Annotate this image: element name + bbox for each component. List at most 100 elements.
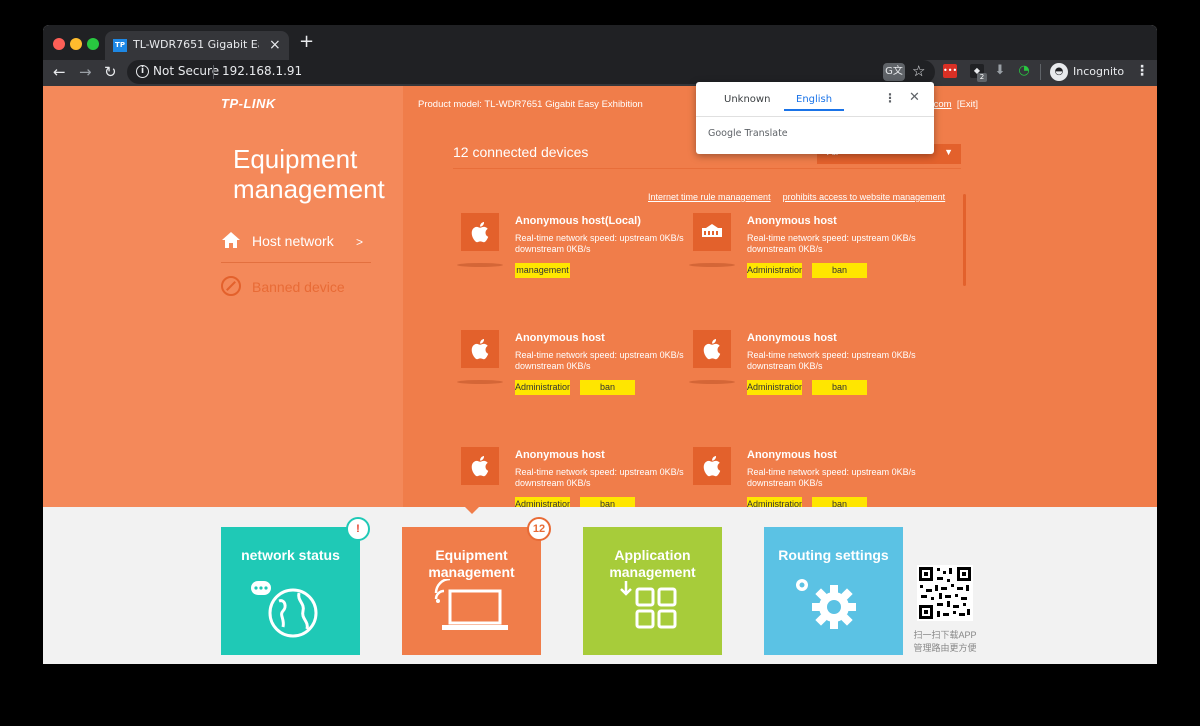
- apple-icon: [693, 330, 731, 368]
- url-text[interactable]: 192.168.1.91: [222, 64, 302, 78]
- administration-button[interactable]: Administration: [747, 263, 802, 278]
- incognito-label[interactable]: Incognito: [1073, 65, 1124, 78]
- router-page: TP-LINK Equipment management Host networ…: [43, 86, 1157, 664]
- translate-icon[interactable]: G文: [883, 63, 905, 81]
- ban-button[interactable]: ban: [812, 497, 867, 507]
- device-list-scrollbar[interactable]: [963, 194, 966, 286]
- rule-links: Internet time rule management prohibits a…: [648, 192, 957, 202]
- bottom-dock: network status ! Equipment management 12: [43, 507, 1157, 664]
- maximize-window-button[interactable]: [87, 38, 99, 50]
- incognito-icon[interactable]: ◓: [1050, 63, 1068, 81]
- device-speed: Real-time network speed: upstream 0KB/s …: [515, 467, 684, 488]
- device-speed: Real-time network speed: upstream 0KB/s …: [747, 350, 916, 371]
- gear-icon: [764, 579, 903, 649]
- device-card: Anonymous host Real-time network speed: …: [457, 330, 691, 440]
- device-name: Anonymous host(Local): [515, 215, 641, 227]
- tile-network-status[interactable]: network status !: [221, 517, 370, 655]
- url-divider: [213, 65, 214, 79]
- apple-icon: [461, 213, 499, 251]
- device-card: Anonymous host Real-time network speed: …: [689, 330, 923, 440]
- tp-link-logo: TP-LINK: [221, 96, 276, 111]
- active-tile-pointer: [465, 507, 479, 514]
- device-name: Anonymous host: [515, 449, 605, 461]
- info-icon[interactable]: i: [136, 65, 149, 78]
- tab-english[interactable]: English: [796, 94, 832, 105]
- loading-icon[interactable]: ◔: [1017, 64, 1031, 78]
- tab-close-icon[interactable]: ×: [269, 36, 281, 54]
- back-icon[interactable]: ←: [53, 63, 66, 81]
- address-bar[interactable]: i Not Secure 192.168.1.91 G文 ☆: [127, 60, 935, 84]
- minimize-window-button[interactable]: [70, 38, 82, 50]
- prohibit-access-link[interactable]: prohibits access to website management: [783, 192, 946, 202]
- device-name: Anonymous host: [515, 332, 605, 344]
- tile-title: network status: [241, 547, 340, 563]
- tab-title: TL-WDR7651 Gigabit Easy Exhibition: [133, 38, 259, 51]
- apps-grid-icon: [583, 579, 722, 649]
- extension-icon[interactable]: •••: [943, 64, 957, 78]
- device-name: Anonymous host: [747, 449, 837, 461]
- close-icon[interactable]: ✕: [909, 90, 920, 105]
- divider: [453, 168, 961, 169]
- extension-badge: 2: [977, 73, 987, 82]
- icon-shadow: [457, 263, 503, 267]
- tab-unknown[interactable]: Unknown: [724, 94, 770, 105]
- tile-title: Application management: [609, 547, 696, 580]
- icon-shadow: [457, 380, 503, 384]
- tile-equipment-management[interactable]: Equipment management 12: [402, 517, 551, 655]
- chevron-right-icon: >: [356, 235, 364, 249]
- apple-icon: [693, 447, 731, 485]
- tile-title: Routing settings: [778, 547, 889, 563]
- sidebar-item-label: Host network: [252, 233, 334, 249]
- tile-title: Equipment management: [428, 547, 515, 580]
- ban-button[interactable]: ban: [812, 380, 867, 395]
- tab-bar: TP TL-WDR7651 Gigabit Easy Exhibition × …: [43, 25, 1157, 60]
- device-card: Anonymous host Real-time network speed: …: [693, 447, 923, 507]
- favicon-icon: TP: [113, 39, 127, 52]
- administration-button[interactable]: Administration: [747, 497, 802, 507]
- translate-popup: Unknown English ⋮ ✕ Google Translate: [696, 82, 934, 154]
- download-icon[interactable]: ⬇: [993, 64, 1007, 78]
- ban-icon: [221, 276, 241, 296]
- header-links: .com [Exit]: [931, 99, 978, 110]
- device-count-badge: 12: [527, 517, 551, 541]
- product-model: Product model: TL-WDR7651 Gigabit Easy E…: [418, 99, 643, 110]
- qr-code: [917, 565, 973, 621]
- exit-link[interactable]: [Exit]: [957, 99, 978, 110]
- not-secure-label[interactable]: Not Secure: [153, 64, 219, 78]
- new-tab-button[interactable]: +: [299, 33, 314, 51]
- star-icon[interactable]: ☆: [912, 62, 925, 80]
- browser-window: TP TL-WDR7651 Gigabit Easy Exhibition × …: [43, 25, 1157, 664]
- menu-icon[interactable]: ⋮: [1135, 63, 1149, 79]
- google-translate-brand: Google Translate: [708, 128, 788, 139]
- toolbar-divider: [1040, 64, 1041, 80]
- sidebar-item-banned-device[interactable]: Banned device: [221, 272, 371, 308]
- ban-button[interactable]: ban: [580, 380, 635, 395]
- ban-button[interactable]: ban: [580, 497, 635, 507]
- ban-button[interactable]: ban: [812, 263, 867, 278]
- administration-button[interactable]: Administration: [747, 380, 802, 395]
- apple-icon: [461, 330, 499, 368]
- device-speed: Real-time network speed: upstream 0KB/s …: [747, 233, 916, 254]
- sidebar-item-host-network[interactable]: Host network >: [221, 226, 371, 263]
- reload-icon[interactable]: ↻: [104, 63, 117, 81]
- qr-caption-line: 扫一扫下载APP: [913, 630, 977, 640]
- left-panel: TP-LINK Equipment management Host networ…: [43, 86, 403, 507]
- header-link[interactable]: .com: [931, 99, 952, 110]
- alert-badge: !: [346, 517, 370, 541]
- caret-down-icon: ▼: [944, 147, 953, 157]
- browser-tab[interactable]: TP TL-WDR7651 Gigabit Easy Exhibition ×: [105, 31, 289, 60]
- management-button[interactable]: management: [515, 263, 570, 278]
- internet-time-rule-link[interactable]: Internet time rule management: [648, 192, 771, 202]
- home-icon: [221, 230, 241, 250]
- administration-button[interactable]: Administration: [515, 497, 570, 507]
- more-options-icon[interactable]: ⋮: [884, 91, 896, 105]
- tile-application-management[interactable]: Application management: [583, 527, 722, 655]
- forward-icon[interactable]: →: [79, 63, 92, 81]
- laptop-wifi-icon: [402, 577, 541, 649]
- icon-shadow: [689, 263, 735, 267]
- administration-button[interactable]: Administration: [515, 380, 570, 395]
- router-icon: [693, 213, 731, 251]
- globe-chat-icon: [221, 579, 360, 649]
- tile-routing-settings[interactable]: Routing settings: [764, 527, 903, 655]
- close-window-button[interactable]: [53, 38, 65, 50]
